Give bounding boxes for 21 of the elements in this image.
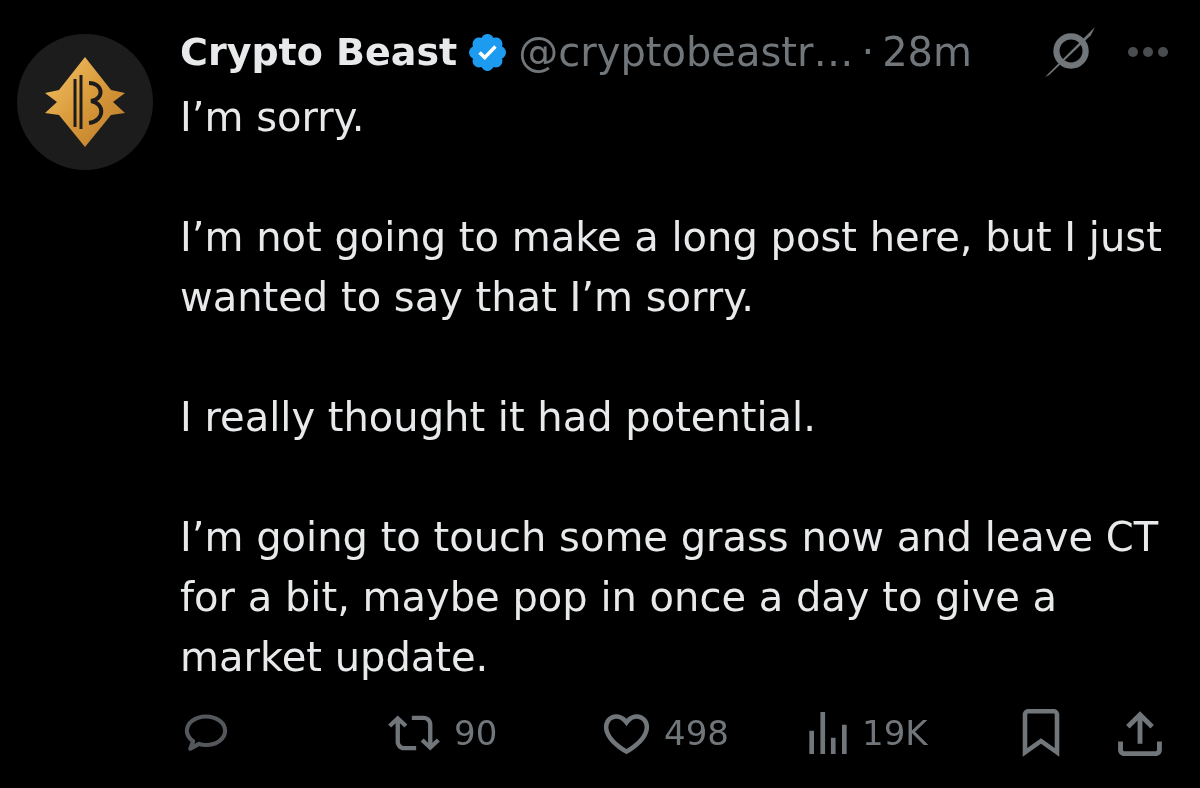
post-paragraph: I really thought it had potential. — [180, 393, 817, 442]
post-time[interactable]: 28m — [882, 32, 972, 72]
bar-chart-icon — [808, 712, 848, 754]
heart-icon — [603, 712, 650, 754]
post-paragraph: I’m not going to make a long post here, but I just wanted to say that I’m sorry. — [180, 213, 1163, 322]
separator-dot: · — [861, 32, 875, 72]
diamond-logo-icon — [45, 57, 125, 147]
loop-arrows-icon — [388, 715, 440, 751]
like-button[interactable]: 498 — [603, 712, 729, 754]
more-icon[interactable] — [1128, 47, 1168, 57]
share-button[interactable] — [1118, 710, 1162, 756]
reply-button[interactable] — [183, 713, 229, 753]
bookmark-button[interactable] — [1022, 709, 1060, 757]
post-paragraph: I’m sorry. — [180, 93, 366, 142]
upload-arrow-icon — [1118, 710, 1162, 756]
author-name[interactable]: Crypto Beast — [180, 33, 458, 71]
repost-button[interactable]: 90 — [388, 715, 498, 751]
views-button[interactable]: 19K — [808, 712, 928, 754]
bookmark-icon — [1022, 709, 1060, 757]
post-paragraph: I’m going to touch some grass now and leave CT for a bit, maybe pop in once a day to give a market update. — [180, 513, 1160, 682]
speech-bubble-icon — [183, 713, 229, 753]
